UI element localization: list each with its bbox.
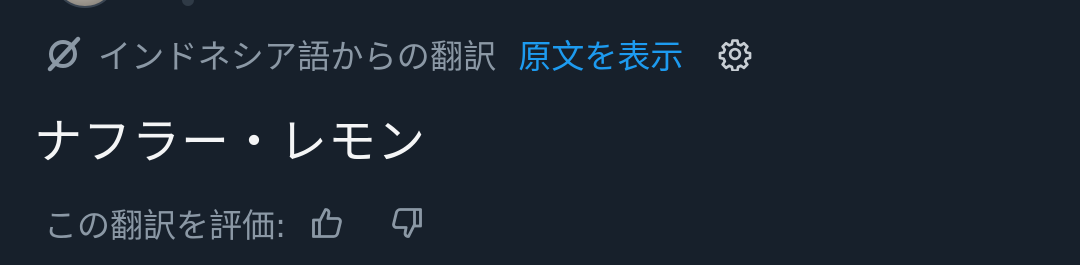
avatar-badge [182,0,194,6]
thumbs-down-icon[interactable] [386,202,428,244]
rate-translation-bar: この翻訳を評価: [44,200,428,246]
translated-post-text: ナフラー・レモン [34,114,427,170]
avatar[interactable] [52,0,118,8]
translated-from-label: インドネシア語からの翻訳 [98,37,497,76]
rate-translation-label: この翻訳を評価: [44,206,287,245]
translation-bar: インドネシア語からの翻訳 原文を表示 [44,32,753,76]
gear-icon[interactable] [717,36,753,72]
translate-icon [44,32,90,76]
thumbs-up-icon[interactable] [306,202,348,244]
show-original-link[interactable]: 原文を表示 [518,30,683,78]
